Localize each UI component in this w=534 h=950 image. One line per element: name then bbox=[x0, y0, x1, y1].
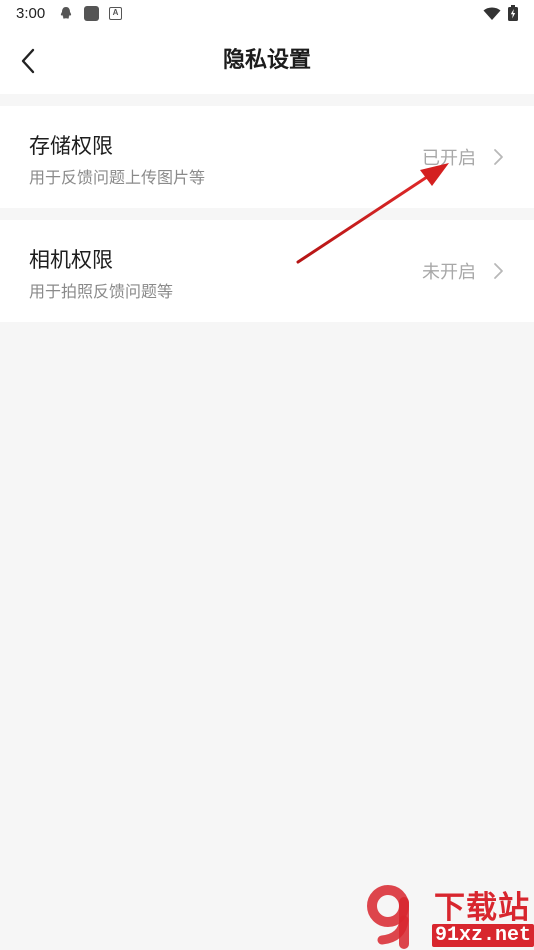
chevron-right-icon bbox=[494, 149, 503, 165]
camera-permission-item[interactable]: 相机权限 用于拍照反馈问题等 未开启 bbox=[0, 220, 534, 322]
camera-permission-description: 用于拍照反馈问题等 bbox=[29, 282, 174, 301]
status-bar: 3:00 A bbox=[0, 0, 534, 28]
camera-permission-status: 未开启 bbox=[422, 262, 476, 283]
wifi-icon bbox=[483, 7, 501, 20]
camera-permission-title: 相机权限 bbox=[29, 248, 113, 272]
app-square-icon bbox=[84, 6, 99, 21]
screen: 3:00 A 隐私设置 存储权限 用于反馈问题上传图片等 已开启 相机权限 用于… bbox=[0, 0, 534, 950]
chevron-right-icon bbox=[494, 263, 503, 279]
header: 隐私设置 bbox=[0, 28, 534, 94]
watermark-url: 91xz.net bbox=[432, 924, 534, 947]
battery-charging-icon bbox=[508, 5, 518, 21]
watermark-name: 下载站 bbox=[434, 890, 530, 926]
storage-permission-description: 用于反馈问题上传图片等 bbox=[29, 168, 206, 187]
watermark: 下载站 91xz.net bbox=[362, 880, 534, 950]
status-time: 3:00 bbox=[16, 5, 46, 22]
chevron-left-icon bbox=[21, 48, 35, 74]
storage-permission-status: 已开启 bbox=[422, 148, 476, 169]
qq-icon bbox=[60, 7, 72, 19]
back-button[interactable] bbox=[10, 42, 46, 80]
91-logo-icon bbox=[367, 885, 409, 949]
page-title: 隐私设置 bbox=[222, 48, 311, 73]
storage-permission-item[interactable]: 存储权限 用于反馈问题上传图片等 已开启 bbox=[0, 106, 534, 208]
storage-permission-title: 存储权限 bbox=[29, 134, 113, 158]
a-badge-icon: A bbox=[109, 7, 122, 20]
